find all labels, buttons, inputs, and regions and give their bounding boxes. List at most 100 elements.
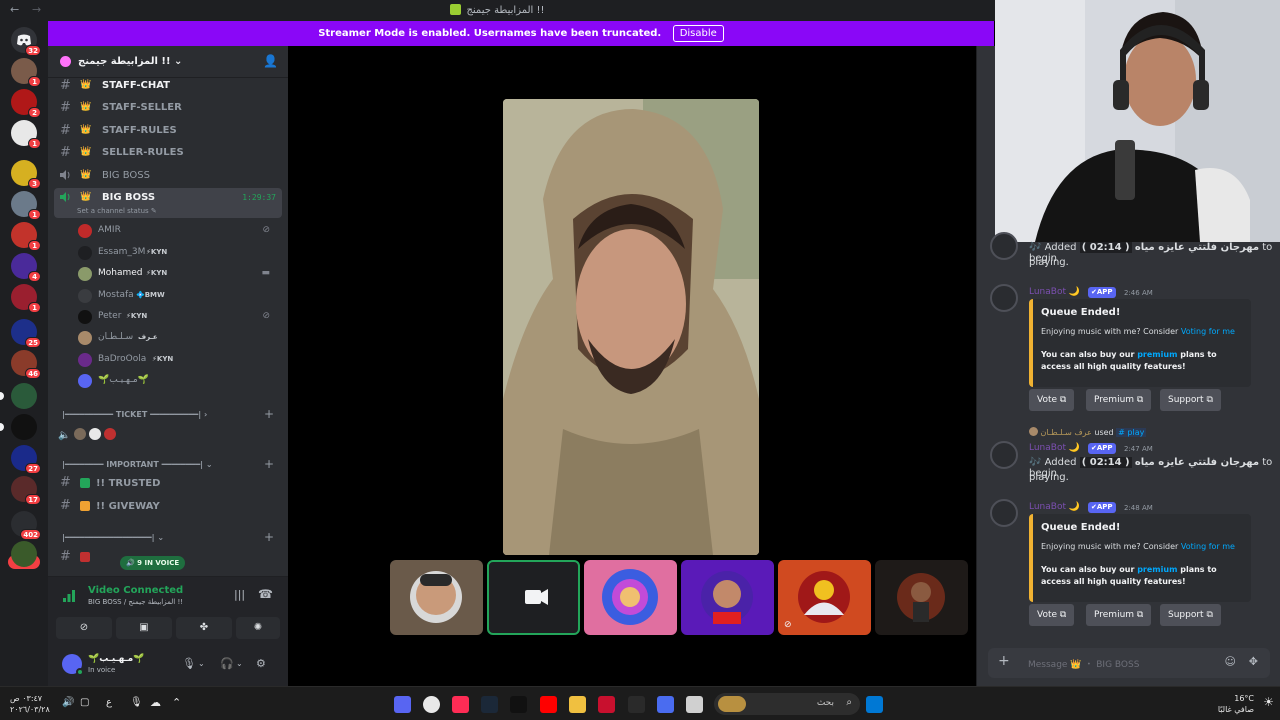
- bot-name[interactable]: LunaBot 🌙: [1029, 502, 1080, 512]
- screen-share-button[interactable]: ▣: [116, 617, 172, 639]
- server-icon[interactable]: 4: [11, 253, 41, 282]
- voice-channel-big-boss[interactable]: 👑 BIG BOSS: [54, 166, 282, 186]
- voice-user[interactable]: 🌱مـهـيـب🌱: [74, 371, 278, 391]
- vote-link[interactable]: Voting for me: [1181, 542, 1235, 551]
- soundboard-button[interactable]: ✺: [236, 617, 280, 639]
- add-channel-icon[interactable]: +: [264, 530, 274, 544]
- signal-icon[interactable]: [62, 589, 76, 603]
- obs-icon[interactable]: [423, 696, 440, 713]
- server-icon[interactable]: 27: [11, 445, 41, 474]
- in-voice-pill[interactable]: 🔊 9 IN VOICE: [120, 556, 186, 570]
- channel-staff-seller[interactable]: # 👑 STAFF-SELLER: [54, 98, 282, 118]
- channel-giveway[interactable]: # !! GIVEWAY: [54, 497, 282, 517]
- server-icon[interactable]: 402: [11, 511, 41, 540]
- avatar[interactable]: [990, 499, 1018, 527]
- clock[interactable]: ٠٣:٤٧ ص ٢٠٢٦/٠٣/٢٨: [10, 693, 50, 715]
- tiktok-live-icon[interactable]: [452, 696, 469, 713]
- chevron-up-icon[interactable]: ⌃: [172, 696, 181, 709]
- bot-name[interactable]: LunaBot 🌙: [1029, 287, 1080, 297]
- voice-user[interactable]: سـلـطـان عـرف: [74, 328, 278, 348]
- mic-icon[interactable]: 🎙: [130, 697, 143, 708]
- channel-staff-chat[interactable]: # 👑 STAFF-CHAT: [54, 76, 282, 96]
- participant-tile[interactable]: [390, 560, 483, 635]
- server-icon[interactable]: 1: [11, 58, 41, 87]
- avatar[interactable]: [990, 284, 1018, 312]
- app-icon[interactable]: [598, 696, 615, 713]
- mic-icon[interactable]: 🎙: [182, 657, 196, 670]
- cloud-icon[interactable]: ☁: [150, 696, 161, 709]
- youtube-icon[interactable]: [540, 696, 557, 713]
- voice-user[interactable]: BaDroOola ⚡KYN: [74, 350, 278, 370]
- disconnect-icon[interactable]: ☎: [258, 587, 273, 601]
- premium-button[interactable]: Premium ⧉: [1086, 604, 1152, 626]
- category-important[interactable]: |━━━━━━━━ IMPORTANT ━━━━━━━━| ⌄: [62, 460, 213, 469]
- volume-icon[interactable]: 🔊: [62, 697, 74, 708]
- support-button[interactable]: Support ⧉: [1160, 604, 1221, 626]
- ticket-voice-row[interactable]: 🔈: [58, 428, 117, 441]
- category-collapsed[interactable]: |━━━━━━━━━━━━━━━━━━| ⌄: [62, 533, 164, 542]
- server-icon[interactable]: 1: [11, 222, 41, 251]
- epic-games-icon[interactable]: [628, 696, 645, 713]
- current-user-name[interactable]: 🌱مـهـيـب🌱: [88, 654, 144, 664]
- message-input[interactable]: + Message 👑 ・ BIG BOSS ☺ ✥: [988, 648, 1270, 678]
- apps-icon[interactable]: ✥: [1249, 655, 1258, 668]
- vote-button[interactable]: Vote ⧉: [1029, 389, 1075, 411]
- chevron-down-icon[interactable]: ⌄: [236, 659, 243, 668]
- participant-tile[interactable]: [584, 560, 677, 635]
- add-member-icon[interactable]: 👤: [263, 54, 278, 68]
- guild-header[interactable]: المزابيطة جيمنج !! ⌄ 👤: [48, 46, 288, 78]
- emoji-icon[interactable]: ☺: [1225, 655, 1236, 668]
- server-icon[interactable]: [11, 541, 37, 567]
- voice-user[interactable]: Essam_3M ⚡KYN: [74, 243, 278, 263]
- app-icon[interactable]: [686, 696, 703, 713]
- channel-seller-rules[interactable]: # 👑 SELLER-RULES: [54, 143, 282, 163]
- participant-tile[interactable]: ⊘: [778, 560, 871, 635]
- activities-button[interactable]: ✤: [176, 617, 232, 639]
- vote-link[interactable]: Voting for me: [1181, 327, 1235, 336]
- steam-icon[interactable]: [481, 696, 498, 713]
- voice-status-subtitle[interactable]: BIG BOSS / المزابيطة جيمنج !!: [88, 598, 183, 606]
- bot-name[interactable]: LunaBot 🌙: [1029, 443, 1080, 453]
- channel-staff-rules[interactable]: # 👑 STAFF-RULES: [54, 121, 282, 141]
- voice-status-title[interactable]: Video Connected: [88, 585, 183, 596]
- server-icon[interactable]: [0, 414, 37, 440]
- channel-trusted[interactable]: # !! TRUSTED: [54, 474, 282, 494]
- chevron-down-icon[interactable]: ⌄: [198, 659, 205, 668]
- headphones-icon[interactable]: 🎧: [220, 657, 234, 670]
- server-icon[interactable]: 46: [11, 350, 41, 379]
- server-icon[interactable]: 2: [11, 89, 41, 118]
- taskbar-search[interactable]: بحث ⌕: [714, 693, 860, 715]
- participant-tile-speaking[interactable]: [487, 560, 580, 635]
- windows-start-icon[interactable]: [866, 696, 883, 713]
- server-icon[interactable]: 1: [11, 191, 41, 220]
- server-icon[interactable]: 1: [11, 284, 41, 313]
- gear-icon[interactable]: ⚙: [256, 657, 266, 670]
- server-icon[interactable]: 1: [11, 120, 41, 149]
- premium-button[interactable]: Premium ⧉: [1086, 389, 1152, 411]
- channel-status[interactable]: Set a channel status ✎: [77, 207, 157, 215]
- add-channel-icon[interactable]: +: [264, 407, 274, 421]
- voice-user[interactable]: Mohamed ⚡KYN ▬: [74, 264, 278, 284]
- direct-messages-icon[interactable]: 32: [11, 27, 41, 56]
- voice-user[interactable]: Peter ⚡KYN ⊘: [74, 307, 278, 327]
- add-attachment-icon[interactable]: +: [998, 653, 1010, 669]
- voice-user[interactable]: AMIR ⊘: [74, 221, 278, 241]
- camera-off-button[interactable]: ⊘: [56, 617, 112, 639]
- support-button[interactable]: Support ⧉: [1160, 389, 1221, 411]
- vote-button[interactable]: Vote ⧉: [1029, 604, 1075, 626]
- premium-link[interactable]: premium: [1137, 350, 1177, 359]
- discord-icon[interactable]: [394, 696, 411, 713]
- server-icon[interactable]: 17: [11, 476, 41, 505]
- category-ticket[interactable]: |━━━━━━━━━━ TICKET ━━━━━━━━━━| ›: [62, 410, 207, 419]
- network-icon[interactable]: ▢: [80, 697, 89, 708]
- weather-widget[interactable]: 16°C صافي غالبًا: [1218, 693, 1254, 715]
- voice-channel-big-boss-active[interactable]: 👑 BIG BOSS 1:29:37 Set a channel status …: [54, 188, 282, 218]
- add-channel-icon[interactable]: +: [264, 457, 274, 471]
- disable-button[interactable]: Disable: [672, 25, 724, 42]
- participant-tile[interactable]: [681, 560, 774, 635]
- language-icon[interactable]: ع: [106, 697, 112, 708]
- main-video-feed[interactable]: [503, 99, 759, 555]
- noise-suppression-icon[interactable]: |||: [234, 588, 245, 601]
- server-icon[interactable]: 3: [11, 160, 41, 189]
- voice-user[interactable]: Mostafa 💠BMW: [74, 286, 278, 306]
